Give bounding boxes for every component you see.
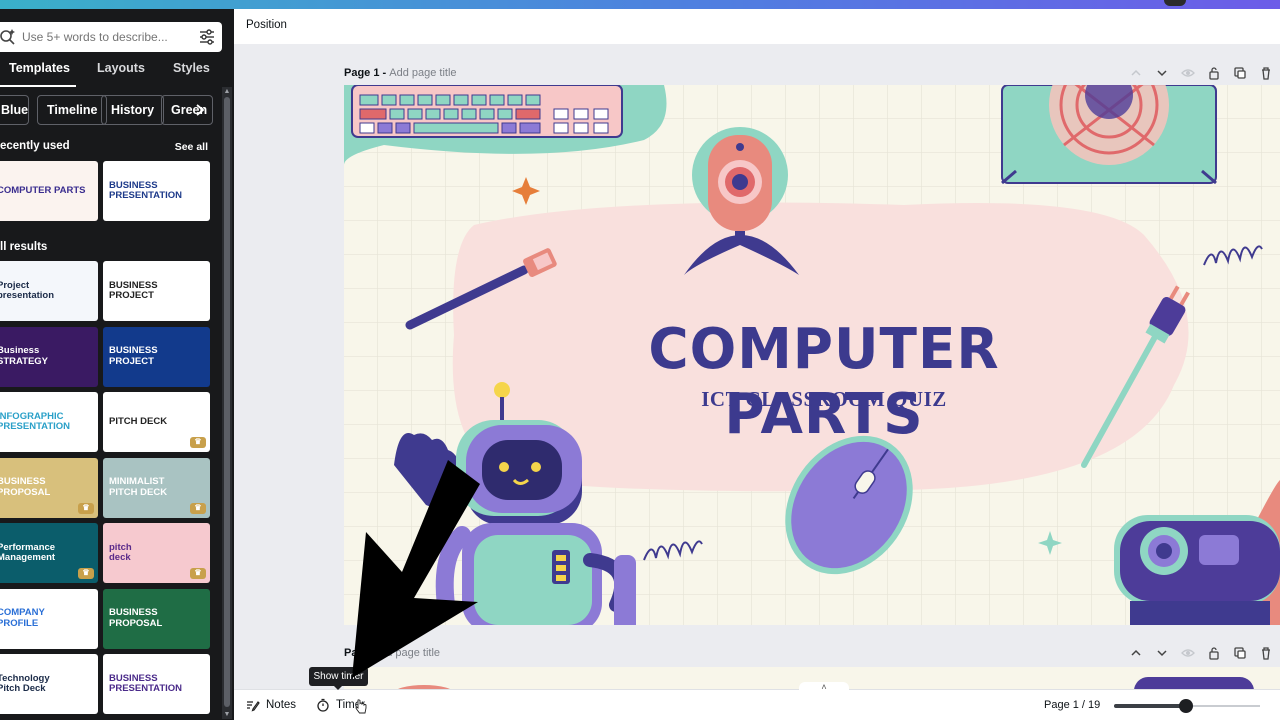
- template-title: BUSINESS PRESENTATION: [109, 179, 183, 201]
- template-title: INFOGRAPHIC PRESENTATION: [0, 410, 71, 432]
- page-1-controls: [1129, 66, 1273, 80]
- template-title: COMPUTER PARTS: [0, 184, 86, 196]
- template-thumbnail[interactable]: BUSINESS PRESENTATION: [103, 161, 210, 221]
- bottom-bar: ˄ Notes Timer Page 1 / 19: [234, 682, 1280, 720]
- notes-button[interactable]: Notes: [246, 698, 296, 712]
- chevron-up-icon[interactable]: ˄: [799, 682, 849, 692]
- position-button[interactable]: Position: [246, 19, 287, 31]
- panel-scrollbar-thumb[interactable]: [224, 97, 230, 707]
- zoom-slider-handle[interactable]: [1179, 699, 1193, 713]
- crown-icon: ♛: [190, 568, 206, 579]
- page-1-number: Page 1 -: [344, 67, 390, 79]
- chip-history[interactable]: History: [101, 95, 165, 125]
- chevron-up-icon[interactable]: [1129, 66, 1143, 80]
- editor-toolbar: Position: [234, 9, 1280, 44]
- template-title: Project presentation: [0, 279, 55, 301]
- timer-icon: [317, 698, 329, 712]
- chevron-right-icon[interactable]: [194, 103, 206, 117]
- section-all-results: ll results: [0, 241, 48, 253]
- chevron-down-icon[interactable]: [1155, 646, 1169, 660]
- page-1-add-title[interactable]: Add page title: [389, 67, 456, 79]
- template-thumbnail[interactable]: BUSINESS PROJECT: [103, 261, 210, 321]
- hide-icon[interactable]: [1181, 66, 1195, 80]
- template-thumbnail[interactable]: Performance Management ♛: [0, 523, 98, 583]
- page-counter[interactable]: Page 1 / 19: [1044, 699, 1100, 711]
- slide-subtitle[interactable]: ICT CLASSROOM QUIZ: [614, 387, 1034, 412]
- chevron-up-icon[interactable]: [1129, 646, 1143, 660]
- annotation-arrow: [352, 460, 480, 678]
- template-thumbnail[interactable]: INFOGRAPHIC PRESENTATION: [0, 392, 98, 452]
- hide-icon[interactable]: [1181, 646, 1195, 660]
- tab-styles[interactable]: Styles: [173, 61, 210, 75]
- filter-icon[interactable]: [198, 28, 216, 46]
- chip-timeline[interactable]: Timeline: [37, 95, 108, 125]
- scroll-down-icon[interactable]: ▼: [223, 711, 231, 719]
- search-box[interactable]: [0, 22, 222, 52]
- search-icon: [0, 29, 15, 45]
- crown-icon: ♛: [190, 502, 206, 514]
- see-all-link[interactable]: See all: [175, 141, 208, 153]
- trash-icon[interactable]: [1259, 646, 1273, 660]
- template-thumbnail[interactable]: pitch deck ♛: [103, 523, 210, 583]
- crown-icon: ♛: [78, 502, 94, 514]
- active-tab-indicator: [0, 85, 76, 87]
- cursor-hand-icon: [355, 699, 367, 714]
- tab-layouts[interactable]: Layouts: [97, 61, 145, 75]
- duplicate-icon[interactable]: [1233, 646, 1247, 660]
- search-input[interactable]: [22, 30, 182, 44]
- zoom-slider-fill: [1114, 704, 1186, 708]
- tab-templates[interactable]: Templates: [9, 61, 70, 75]
- template-title: Business STRATEGY: [0, 345, 49, 367]
- template-title: COMPANY PROFILE: [0, 607, 45, 629]
- chevron-down-icon[interactable]: [1155, 66, 1169, 80]
- crown-icon: ♛: [190, 437, 206, 448]
- page-1-label[interactable]: Page 1 - Add page title: [344, 67, 457, 79]
- template-title: MINIMALIST PITCH DECK: [109, 476, 168, 498]
- panel-tabs: Templates Layouts Styles: [0, 61, 234, 89]
- template-thumbnail[interactable]: BUSINESS PROPOSAL ♛: [0, 457, 98, 518]
- section-recently-used: ecently used: [0, 140, 70, 152]
- filter-chips: Blue Timeline History Green: [0, 95, 222, 127]
- avatar[interactable]: [1164, 0, 1186, 6]
- templates-panel: Templates Layouts Styles Blue Timeline H…: [0, 9, 234, 720]
- template-title: Performance Management: [0, 541, 56, 563]
- template-thumbnail[interactable]: BUSINESS PRESENTATION: [103, 654, 210, 714]
- template-title: BUSINESS PROJECT: [109, 345, 158, 367]
- trash-icon[interactable]: [1259, 66, 1273, 80]
- template-title: pitch deck: [109, 541, 132, 563]
- template-thumbnail[interactable]: Business STRATEGY: [0, 326, 98, 387]
- duplicate-icon[interactable]: [1233, 66, 1247, 80]
- template-title: BUSINESS PROPOSAL: [0, 476, 51, 498]
- lock-icon[interactable]: [1207, 66, 1221, 80]
- template-thumbnail[interactable]: PITCH DECK ♛: [103, 392, 210, 452]
- chip-blue[interactable]: Blue: [0, 95, 29, 125]
- template-title: BUSINESS PROPOSAL: [109, 607, 163, 629]
- scroll-up-icon[interactable]: ▲: [223, 88, 231, 96]
- slide-title[interactable]: COMPUTER PARTS: [550, 317, 1099, 447]
- template-title: BUSINESS PRESENTATION: [109, 672, 183, 694]
- notes-icon: [247, 701, 260, 712]
- top-gradient-bar: [0, 0, 1280, 9]
- template-title: Technology Pitch Deck: [0, 672, 50, 694]
- page-2-controls: [1129, 646, 1273, 660]
- template-title: BUSINESS PROJECT: [109, 279, 158, 301]
- template-thumbnail[interactable]: Project presentation: [0, 261, 98, 321]
- template-thumbnail[interactable]: COMPUTER PARTS: [0, 161, 98, 221]
- template-thumbnail[interactable]: Technology Pitch Deck: [0, 654, 98, 714]
- template-thumbnail[interactable]: BUSINESS PROPOSAL: [103, 588, 210, 649]
- template-title: PITCH DECK: [109, 415, 168, 427]
- template-thumbnail[interactable]: MINIMALIST PITCH DECK ♛: [103, 457, 210, 518]
- notes-label: Notes: [266, 699, 297, 711]
- crown-icon: ♛: [78, 568, 94, 579]
- lock-icon[interactable]: [1207, 646, 1221, 660]
- template-thumbnail[interactable]: COMPANY PROFILE: [0, 588, 98, 649]
- template-thumbnail[interactable]: BUSINESS PROJECT: [103, 326, 210, 387]
